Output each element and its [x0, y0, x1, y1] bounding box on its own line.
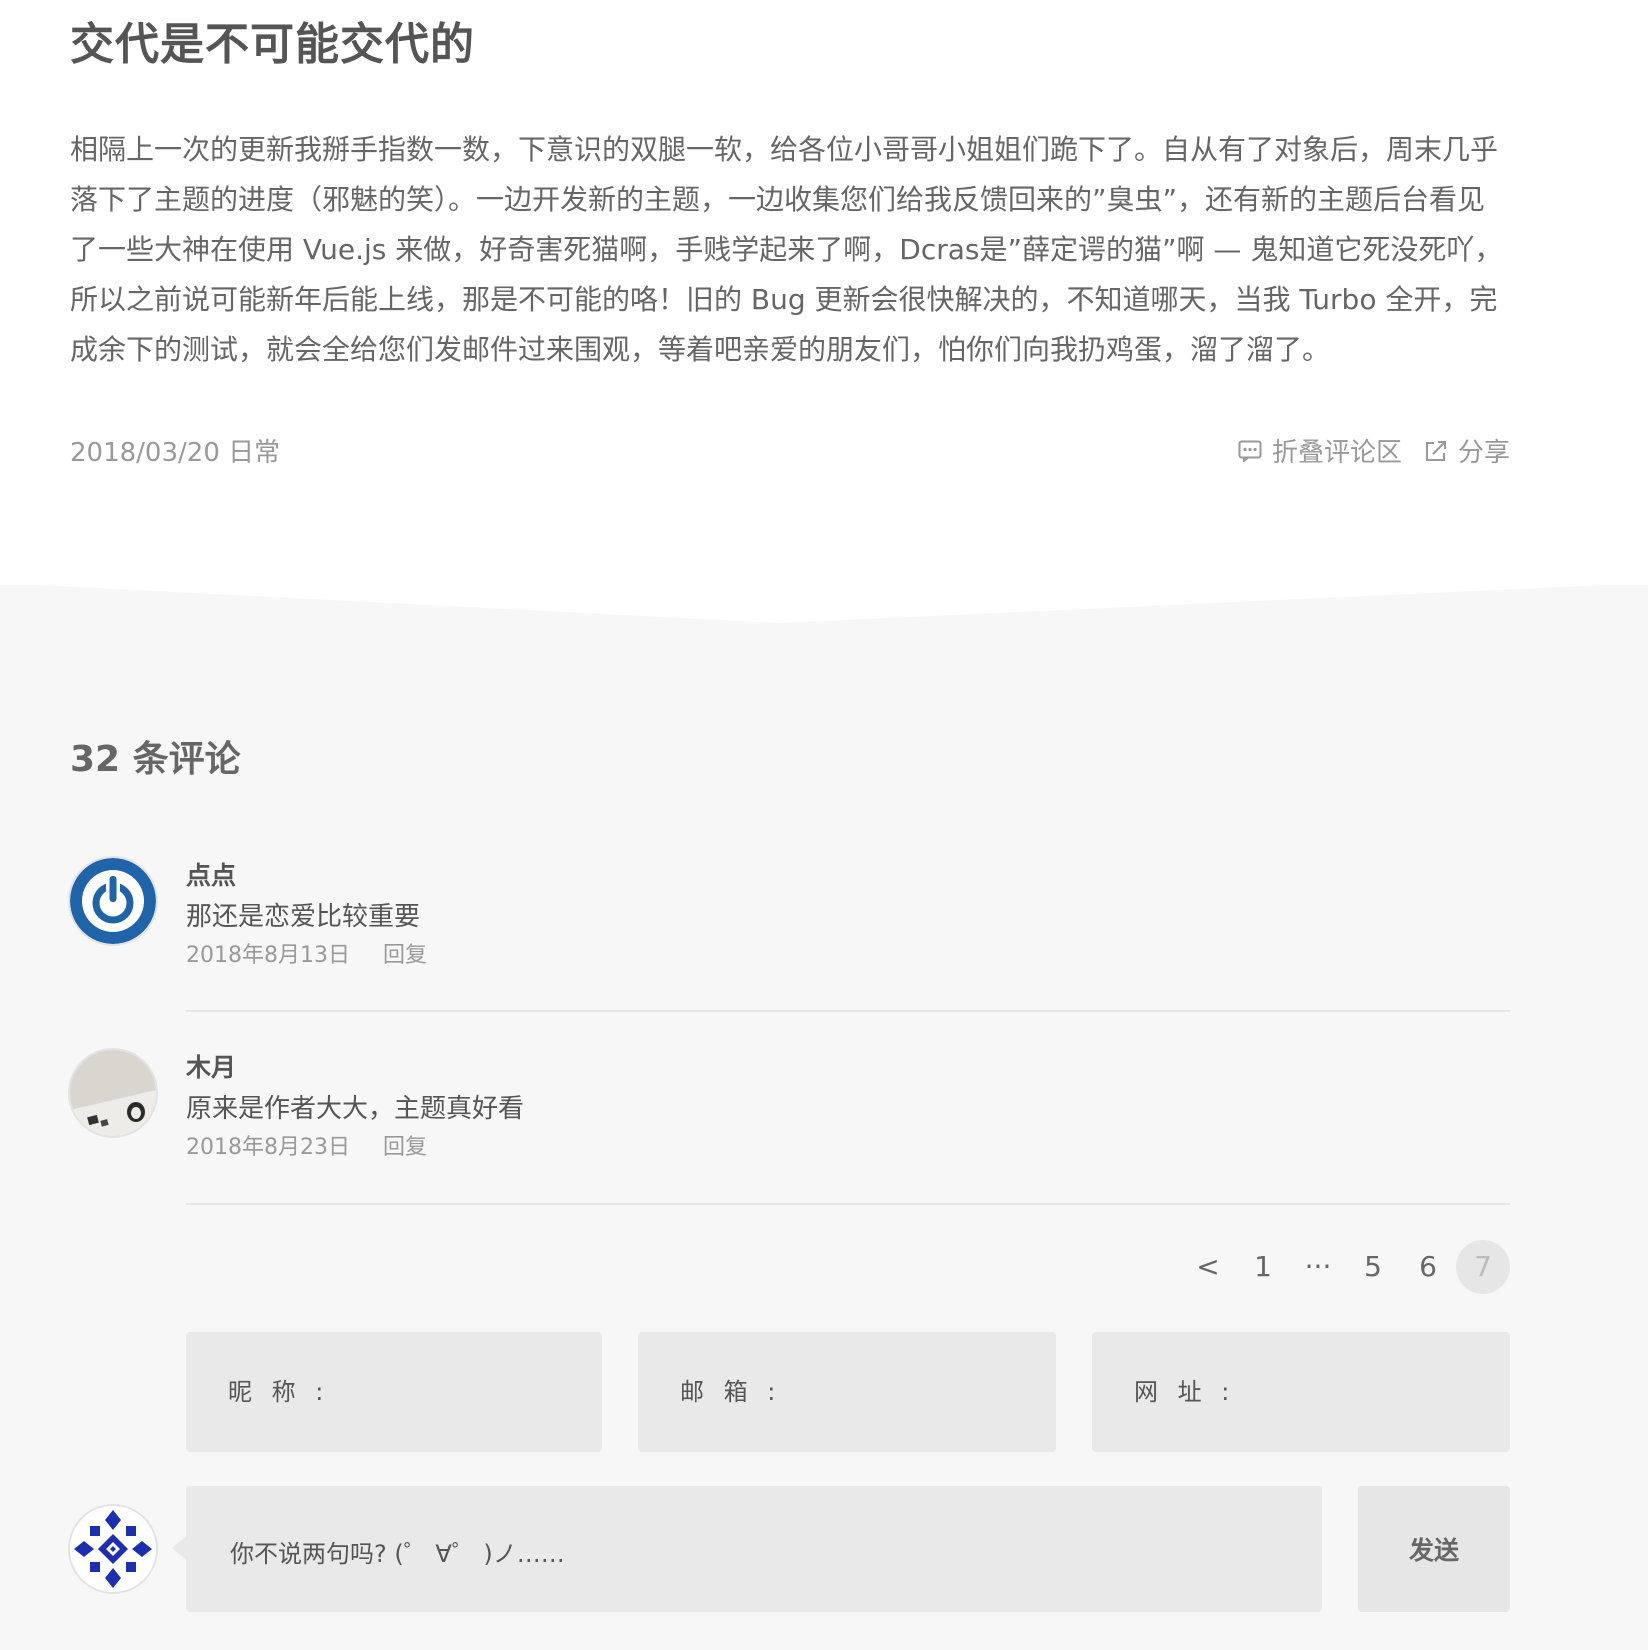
comment-text: 原来是作者大大，主题真好看	[186, 1094, 525, 1124]
pagination-page[interactable]: 5	[1346, 1240, 1400, 1294]
comment-divider	[186, 1010, 1510, 1012]
comment-date: 2018年8月13日	[186, 943, 350, 968]
post-title: 交代是不可能交代的	[70, 19, 475, 70]
share-label: 分享	[1457, 438, 1510, 468]
comment-footer: 2018年8月23日 回复	[186, 1130, 1510, 1166]
post-date-category: 2018/03/20 日常	[70, 438, 281, 468]
pagination-page[interactable]: 1	[1236, 1240, 1290, 1294]
pagination: < 1 ··· 5 6 7	[1180, 1240, 1510, 1294]
comment-date: 2018年8月23日	[186, 1135, 350, 1160]
reply-button[interactable]: 回复	[383, 1135, 427, 1160]
power-logo-icon	[70, 858, 156, 944]
website-input[interactable]	[1232, 1367, 1490, 1419]
reply-button[interactable]: 回复	[383, 943, 427, 968]
comment-item: 木月 原来是作者大大，主题真好看 2018年8月23日 回复	[70, 1050, 1510, 1206]
comment-divider	[186, 1203, 1510, 1205]
avatar	[70, 1506, 156, 1592]
photo-avatar-icon	[70, 1050, 156, 1136]
identicon-icon	[70, 1506, 156, 1592]
pagination-page[interactable]: 6	[1401, 1240, 1455, 1294]
comment-author[interactable]: 点点	[186, 858, 1510, 894]
comment-textbox[interactable]	[172, 1486, 1322, 1612]
comment-compose: 发送	[70, 1486, 1510, 1612]
email-field[interactable]: 邮 箱 :	[638, 1332, 1056, 1452]
collapse-comments-label: 折叠评论区	[1271, 438, 1402, 468]
email-input[interactable]	[778, 1367, 1036, 1419]
avatar[interactable]	[70, 1050, 156, 1136]
post-meta: 2018/03/20 日常 折叠评论区 分享	[70, 432, 1510, 472]
share-button[interactable]: 分享	[1424, 432, 1510, 469]
avatar[interactable]	[70, 858, 156, 944]
nickname-label: 昵 称 :	[228, 1378, 330, 1406]
collapse-comments-button[interactable]: 折叠评论区	[1238, 432, 1402, 469]
send-button[interactable]: 发送	[1358, 1486, 1510, 1612]
pagination-ellipsis: ···	[1304, 1250, 1332, 1283]
section-divider-shape	[0, 583, 1648, 623]
nickname-input[interactable]	[326, 1367, 582, 1419]
website-label: 网 址 :	[1134, 1378, 1236, 1406]
comment-item: 点点 那还是恋爱比较重要 2018年8月13日 回复	[70, 858, 1510, 1014]
comment-bubble-icon	[1238, 440, 1262, 462]
post-actions: 折叠评论区 分享	[1216, 432, 1510, 469]
comment-body: 点点 那还是恋爱比较重要 2018年8月13日 回复	[186, 858, 1510, 974]
pagination-current-page[interactable]: 7	[1456, 1240, 1510, 1294]
website-field[interactable]: 网 址 :	[1092, 1332, 1510, 1452]
comment-author[interactable]: 木月	[186, 1050, 1510, 1086]
share-external-icon	[1425, 440, 1446, 461]
comment-body: 木月 原来是作者大大，主题真好看 2018年8月23日 回复	[186, 1050, 1510, 1166]
email-label: 邮 箱 :	[680, 1378, 782, 1406]
comment-author-fields: 昵 称 : 邮 箱 : 网 址 :	[186, 1332, 1510, 1452]
comment-text: 那还是恋爱比较重要	[186, 902, 421, 932]
comments-count-heading: 32 条评论	[70, 739, 241, 780]
pagination-prev[interactable]: <	[1181, 1240, 1235, 1294]
nickname-field[interactable]: 昵 称 :	[186, 1332, 602, 1452]
post-body: 相隔上一次的更新我掰手指数一数，下意识的双腿一软，给各位小哥哥小姐姐们跪下了。自…	[70, 133, 1503, 366]
comment-footer: 2018年8月13日 回复	[186, 938, 1510, 974]
comment-input[interactable]	[228, 1532, 1302, 1576]
